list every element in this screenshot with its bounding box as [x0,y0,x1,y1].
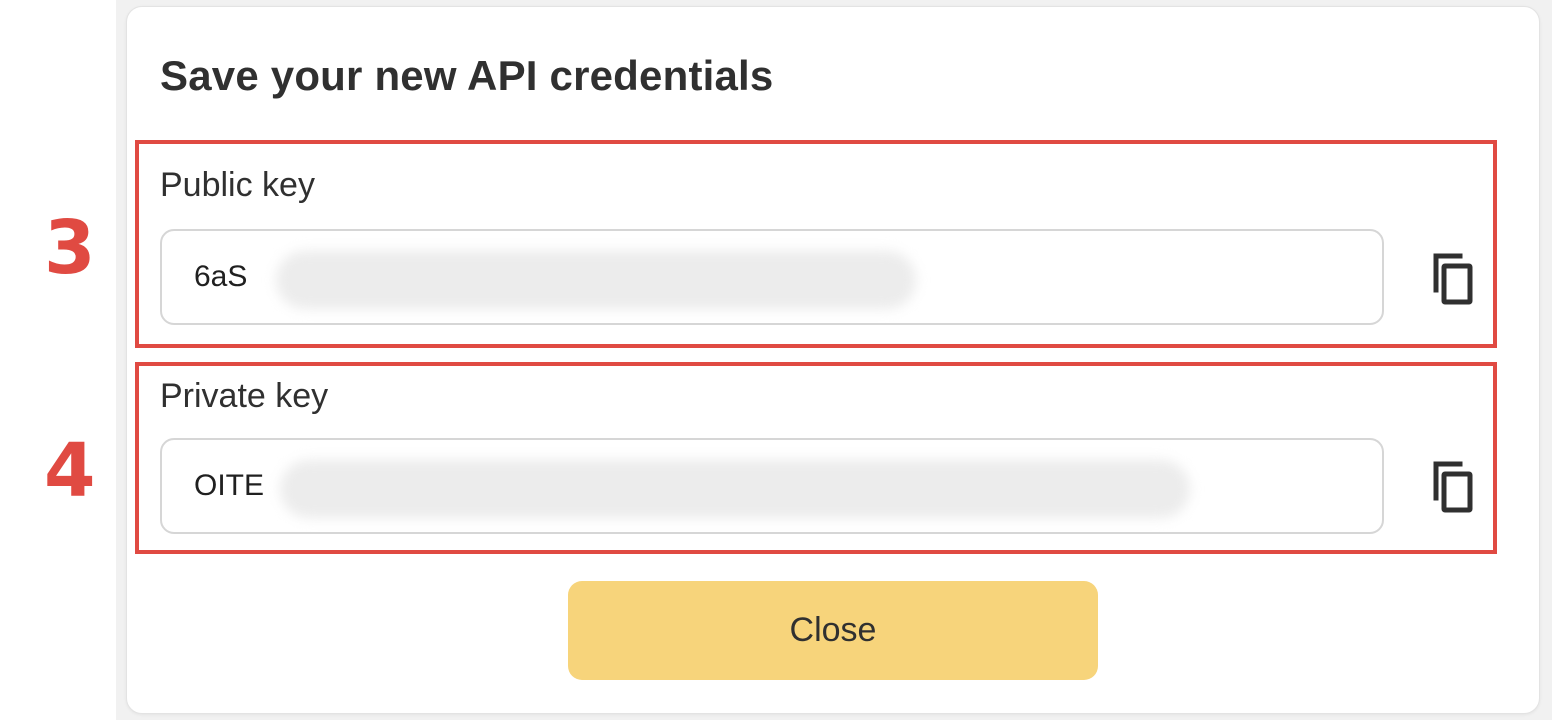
step-number-3: 3 [44,205,96,291]
private-key-redaction [280,460,1190,518]
copy-icon [1433,461,1473,513]
private-key-value: OITE [194,469,265,502]
copy-private-key-button[interactable] [1424,458,1480,518]
private-key-field[interactable]: OITE [160,438,1384,534]
step-number-4: 4 [44,428,96,514]
close-button[interactable]: Close [568,581,1098,680]
public-key-value: 6aS [194,260,248,293]
dialog-title: Save your new API credentials [160,52,774,99]
copy-public-key-button[interactable] [1424,250,1480,310]
public-key-field[interactable]: 6aS [160,229,1384,325]
copy-icon [1433,253,1473,305]
public-key-redaction [276,251,916,309]
private-key-label: Private key [160,377,329,415]
public-key-label: Public key [160,166,315,204]
page: Save your new API credentials 3 4 Public… [0,0,1552,720]
